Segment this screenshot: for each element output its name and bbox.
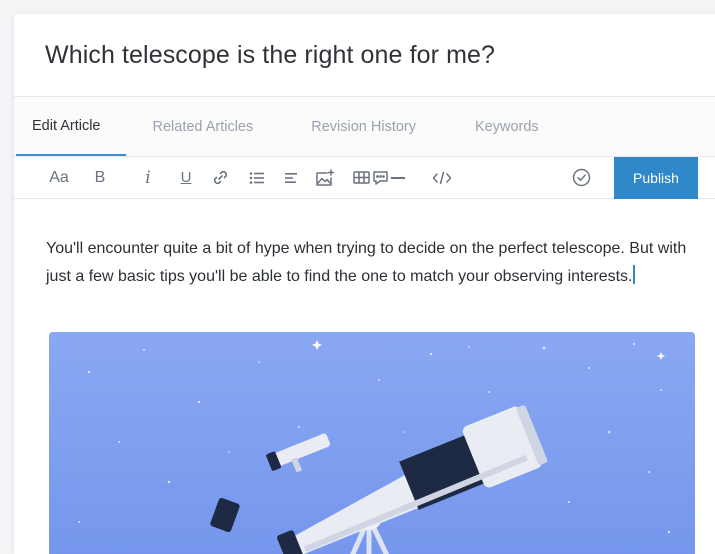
italic-button[interactable]: i <box>142 157 154 198</box>
code-button[interactable] <box>430 157 454 198</box>
bold-button[interactable]: B <box>93 157 107 198</box>
bulleted-list-icon <box>249 171 265 185</box>
publish-button[interactable]: Publish <box>614 157 698 199</box>
align-icon <box>284 172 298 184</box>
align-button[interactable] <box>282 157 300 198</box>
horizontal-rule-icon <box>391 176 405 180</box>
formatting-toolbar: Aa B i U Publish <box>14 157 715 199</box>
article-body[interactable]: You'll encounter quite a bit of hype whe… <box>46 235 696 290</box>
check-circle-icon <box>572 168 591 187</box>
table-icon <box>352 171 370 184</box>
add-image-button[interactable] <box>313 157 337 198</box>
comment-button[interactable] <box>370 157 390 198</box>
text-caret <box>633 264 636 284</box>
tab-revision-history[interactable]: Revision History <box>282 98 446 156</box>
tab-edit-article[interactable]: Edit Article <box>16 98 126 156</box>
horizontal-rule-button[interactable] <box>390 157 406 198</box>
article-body-text: You'll encounter quite a bit of hype whe… <box>46 240 687 285</box>
review-button[interactable] <box>569 157 593 198</box>
code-icon <box>432 171 452 185</box>
editor-content[interactable]: You'll encounter quite a bit of hype whe… <box>14 235 715 290</box>
font-size-button[interactable]: Aa <box>46 157 72 198</box>
telescope-illustration <box>49 332 695 554</box>
underline-button[interactable]: U <box>179 157 193 198</box>
tab-keywords[interactable]: Keywords <box>446 98 559 156</box>
link-icon <box>212 169 229 186</box>
table-button[interactable] <box>351 157 371 198</box>
link-button[interactable] <box>210 157 230 198</box>
editor-card: Which telescope is the right one for me?… <box>14 14 715 554</box>
add-image-icon <box>315 168 335 187</box>
bulleted-list-button[interactable] <box>247 157 267 198</box>
title-bar: Which telescope is the right one for me? <box>14 14 715 97</box>
article-title[interactable]: Which telescope is the right one for me? <box>45 41 495 70</box>
comment-icon <box>372 170 389 186</box>
tab-related-articles[interactable]: Related Articles <box>126 98 283 156</box>
tab-bar: Edit Article Related Articles Revision H… <box>14 97 715 157</box>
